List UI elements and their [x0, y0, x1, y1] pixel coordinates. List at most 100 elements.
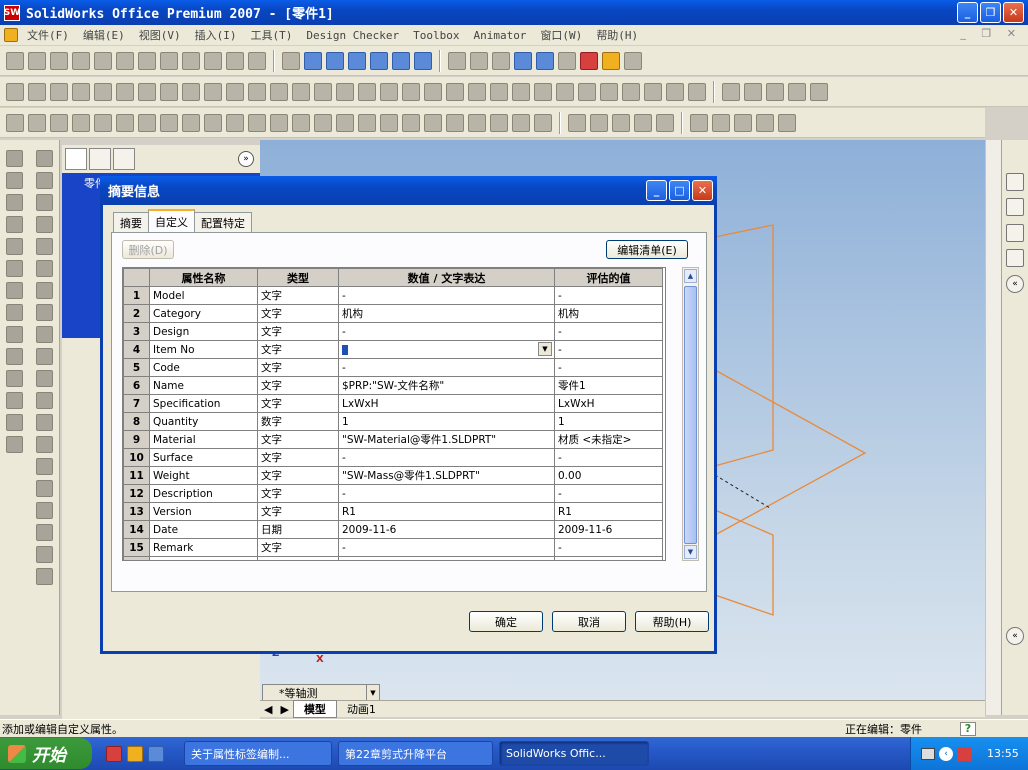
property-name-cell[interactable]: Code	[149, 358, 258, 377]
tangent-arc-icon[interactable]	[160, 113, 178, 132]
centerline-icon[interactable]	[72, 113, 90, 132]
value-dropdown-icon[interactable]: ▼	[538, 342, 552, 356]
property-type-cell[interactable]: 文字	[257, 448, 339, 467]
property-type-cell[interactable]	[257, 556, 339, 560]
left-tool-icon[interactable]	[6, 370, 23, 387]
left-tool-icon[interactable]	[6, 260, 23, 277]
flex-icon[interactable]	[336, 82, 354, 101]
record-icon[interactable]	[788, 82, 806, 101]
expand-panel-icon[interactable]: »	[238, 151, 254, 167]
indent-icon[interactable]	[446, 82, 464, 101]
ellipse-icon[interactable]	[358, 113, 376, 132]
text-icon[interactable]	[336, 113, 354, 132]
repair-icon[interactable]	[590, 113, 608, 132]
property-value-cell[interactable]: R1	[338, 502, 555, 521]
tab-scroll-left-icon[interactable]: ◀	[260, 703, 276, 716]
property-value-cell[interactable]	[338, 556, 555, 560]
taskbar-item-folder[interactable]: 第22章剪式升降平台	[338, 741, 493, 766]
doc-window-controls[interactable]: _ ❐ ✕	[960, 27, 1022, 40]
tab-scroll-right-icon[interactable]: ▶	[276, 703, 292, 716]
evaluated-value-cell[interactable]: -	[554, 448, 663, 467]
home-icon[interactable]	[1006, 173, 1024, 191]
smart-dimension-icon[interactable]	[28, 113, 46, 132]
property-type-cell[interactable]: 文字	[257, 322, 339, 341]
tab-model[interactable]: 模型	[292, 700, 337, 718]
property-value-cell[interactable]: $PRP:"SW-文件名称"	[338, 376, 555, 395]
property-name-cell[interactable]: Date	[149, 520, 258, 539]
unfold-icon[interactable]	[778, 113, 796, 132]
table-row[interactable]: 2 Category 文字 机构 机构	[123, 304, 663, 323]
freeform-icon[interactable]	[578, 82, 596, 101]
wrap-icon[interactable]	[292, 82, 310, 101]
menu-insert[interactable]: 插入(I)	[188, 27, 244, 43]
dialog-maximize-button[interactable]: □	[669, 180, 690, 201]
scroll-thumb[interactable]	[684, 286, 697, 544]
polygon-icon[interactable]	[380, 113, 398, 132]
menu-file[interactable]: 文件(F)	[20, 27, 76, 43]
undo-icon[interactable]	[116, 51, 134, 70]
evaluated-value-cell[interactable]: 2009-11-6	[554, 520, 663, 539]
property-value-cell[interactable]: -	[338, 358, 555, 377]
move-face-icon[interactable]	[490, 82, 508, 101]
security-icon[interactable]	[957, 746, 971, 761]
property-value-cell[interactable]: -	[338, 538, 555, 557]
menu-edit[interactable]: 编辑(E)	[76, 27, 132, 43]
media-launch-icon[interactable]	[127, 745, 143, 762]
tab-summary[interactable]: 摘要	[113, 212, 149, 232]
restore-button[interactable]: ❐	[980, 2, 1001, 23]
column-header[interactable]: 属性名称	[149, 268, 258, 287]
hidden-lines-icon[interactable]	[470, 51, 488, 70]
tab-animation[interactable]: 动画1	[337, 701, 386, 717]
left-tool-icon[interactable]	[36, 326, 53, 343]
hem-icon[interactable]	[756, 113, 774, 132]
evaluated-value-cell[interactable]: -	[554, 484, 663, 503]
menu-window[interactable]: 窗口(W)	[533, 27, 589, 43]
evaluated-value-cell[interactable]: 材质 <未指定>	[554, 430, 663, 449]
taskbar-item-solidworks[interactable]: SolidWorks Offic...	[499, 741, 649, 766]
deform-icon[interactable]	[314, 82, 332, 101]
linear-pattern-icon[interactable]	[402, 113, 420, 132]
property-manager-tab-icon[interactable]	[89, 148, 111, 170]
left-tool-icon[interactable]	[36, 414, 53, 431]
sweep-icon[interactable]	[50, 82, 68, 101]
left-tool-icon[interactable]	[36, 194, 53, 211]
evaluated-value-cell[interactable]: -	[554, 340, 663, 359]
solidworks-launch-icon[interactable]	[106, 745, 122, 762]
combine-icon[interactable]	[402, 82, 420, 101]
table-row[interactable]: 8 Quantity 数字 1 1	[123, 412, 663, 431]
sketch-icon[interactable]	[6, 113, 24, 132]
thicken-icon[interactable]	[424, 82, 442, 101]
evaluated-value-cell[interactable]: -	[554, 358, 663, 377]
pointer-icon[interactable]	[282, 51, 300, 70]
search-icon[interactable]	[1006, 249, 1024, 267]
property-type-cell[interactable]: 文字	[257, 502, 339, 521]
property-value-cell[interactable]: ▼	[338, 340, 555, 359]
play-icon[interactable]	[722, 82, 740, 101]
property-name-cell[interactable]: Material	[149, 430, 258, 449]
left-tool-icon[interactable]	[36, 282, 53, 299]
graphics-vertical-scrollbar[interactable]	[985, 140, 1001, 715]
property-name-cell[interactable]: Specification	[149, 394, 258, 413]
reference-icon[interactable]	[622, 82, 640, 101]
shell-icon[interactable]	[160, 82, 178, 101]
column-header[interactable]: 数值 / 文字表达	[338, 268, 555, 287]
left-tool-icon[interactable]	[36, 502, 53, 519]
appearance-icon[interactable]	[580, 51, 598, 70]
property-name-cell[interactable]: Design	[149, 322, 258, 341]
base-flange-icon[interactable]	[712, 113, 730, 132]
tab-config-specific[interactable]: 配置特定	[194, 212, 252, 232]
property-type-cell[interactable]: 文字	[257, 430, 339, 449]
new-icon[interactable]	[6, 51, 24, 70]
hole-icon[interactable]	[204, 82, 222, 101]
left-tool-icon[interactable]	[36, 568, 53, 585]
grid-snap-icon[interactable]	[468, 113, 486, 132]
left-tool-icon[interactable]	[36, 370, 53, 387]
dome-icon[interactable]	[270, 82, 288, 101]
evaluated-value-cell[interactable]: 零件1	[554, 376, 663, 395]
extrude-icon[interactable]	[6, 82, 24, 101]
pattern-icon[interactable]	[226, 82, 244, 101]
property-name-cell[interactable]	[149, 556, 258, 560]
property-value-cell[interactable]: 机构	[338, 304, 555, 323]
table-row[interactable]: 15 Remark 文字 - -	[123, 538, 663, 557]
menu-toolbox[interactable]: Toolbox	[406, 29, 466, 42]
